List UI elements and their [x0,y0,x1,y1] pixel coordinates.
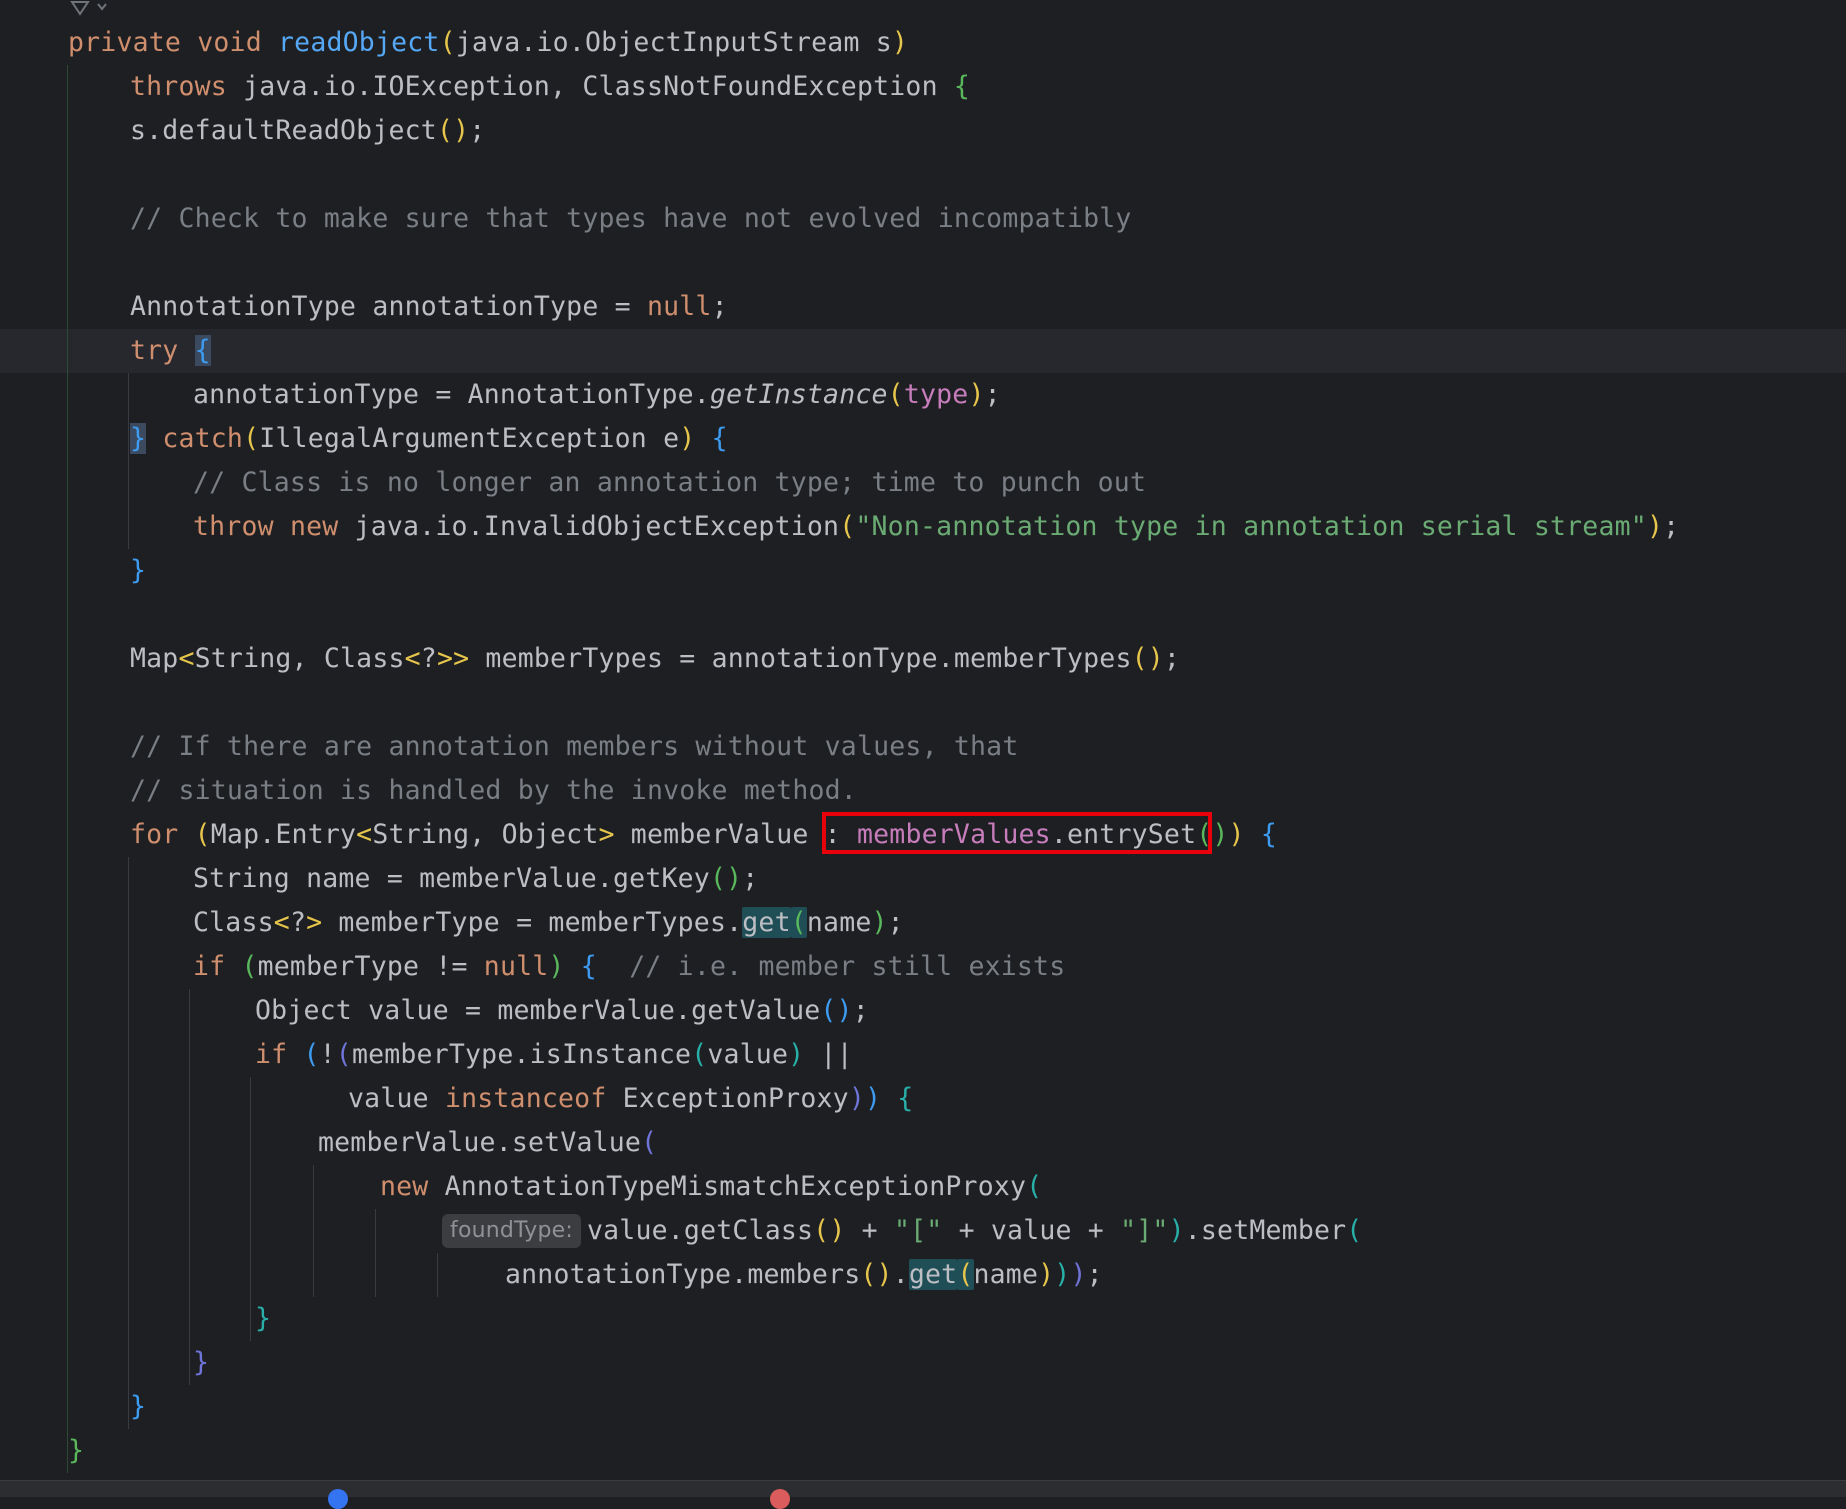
indent-guide [375,1209,376,1297]
bottom-toolbar-strip [0,1480,1846,1509]
code-text[interactable]: if (memberType != null) { // i.e. member… [193,945,1065,989]
indent-guide [189,989,190,1385]
code-line[interactable]: foundType: value.getClass() + "[" + value… [0,1209,1846,1253]
code-line[interactable]: try { [0,329,1846,373]
code-text[interactable]: try { [130,329,211,373]
code-line[interactable]: } [0,549,1846,593]
code-line[interactable]: AnnotationType annotationType = null; [0,285,1846,329]
code-line[interactable]: s.defaultReadObject(); [0,109,1846,153]
code-text[interactable]: } catch(IllegalArgumentException e) { [130,417,728,461]
indent-guide [437,1253,438,1297]
code-text[interactable]: private void readObject(java.io.ObjectIn… [68,21,908,65]
code-line[interactable]: Map<String, Class<?>> memberTypes = anno… [0,637,1846,681]
code-line[interactable]: } [0,1385,1846,1429]
code-line[interactable]: } [0,1297,1846,1341]
code-text[interactable]: // situation is handled by the invoke me… [130,769,857,813]
code-line[interactable]: } [0,1429,1846,1473]
code-text[interactable]: Map<String, Class<?>> memberTypes = anno… [130,637,1180,681]
code-text[interactable]: } [68,1429,84,1473]
error-indicator-icon [770,1489,790,1509]
code-line[interactable]: Object value = memberValue.getValue(); [0,989,1846,1033]
code-text[interactable]: memberValue.setValue( [318,1121,657,1165]
code-text[interactable]: throw new java.io.InvalidObjectException… [193,505,1679,549]
code-text[interactable]: } [255,1297,271,1341]
code-line[interactable]: throws java.io.IOException, ClassNotFoun… [0,65,1846,109]
code-text[interactable]: } [193,1341,209,1385]
code-line[interactable]: } [0,1341,1846,1385]
indent-guide [128,373,129,549]
code-line[interactable]: if (memberType != null) { // i.e. member… [0,945,1846,989]
info-indicator-icon [328,1489,348,1509]
indent-guide [313,1165,314,1297]
code-text[interactable]: value instanceof ExceptionProxy)) { [348,1077,913,1121]
code-editor[interactable]: private void readObject(java.io.ObjectIn… [0,0,1846,1480]
code-line[interactable]: // situation is handled by the invoke me… [0,769,1846,813]
code-text[interactable]: // If there are annotation members witho… [130,725,1019,769]
code-line[interactable]: new AnnotationTypeMismatchExceptionProxy… [0,1165,1846,1209]
code-line[interactable]: annotationType.members().get(name))); [0,1253,1846,1297]
indent-guide [67,65,68,1473]
indent-guide [250,1077,251,1341]
code-text[interactable]: } [130,1385,146,1429]
inlay-parameter-hint: foundType: [442,1214,581,1248]
code-line[interactable]: memberValue.setValue( [0,1121,1846,1165]
code-line[interactable]: String name = memberValue.getKey(); [0,857,1846,901]
code-line[interactable]: value instanceof ExceptionProxy)) { [0,1077,1846,1121]
code-text[interactable]: // Check to make sure that types have no… [130,197,1132,241]
code-line[interactable]: } catch(IllegalArgumentException e) { [0,417,1846,461]
code-line[interactable]: throw new java.io.InvalidObjectException… [0,505,1846,549]
code-text[interactable]: Object value = memberValue.getValue(); [255,989,869,1033]
code-text[interactable]: annotationType.members().get(name))); [505,1253,1103,1297]
code-text[interactable]: String name = memberValue.getKey(); [193,857,758,901]
code-line[interactable]: if (!(memberType.isInstance(value) || [0,1033,1846,1077]
code-line[interactable]: private void readObject(java.io.ObjectIn… [0,21,1846,65]
code-text[interactable]: // Class is no longer an annotation type… [193,461,1146,505]
code-text[interactable]: if (!(memberType.isInstance(value) || [255,1033,853,1077]
code-line[interactable]: // Check to make sure that types have no… [0,197,1846,241]
code-line[interactable]: Class<?> memberType = memberTypes.get(na… [0,901,1846,945]
code-text[interactable]: } [130,549,146,593]
code-text[interactable]: annotationType = AnnotationType.getInsta… [193,373,1001,417]
code-line[interactable]: // Class is no longer an annotation type… [0,461,1846,505]
code-line[interactable] [0,681,1846,725]
code-line[interactable] [0,241,1846,285]
code-line[interactable] [0,153,1846,197]
code-line[interactable]: // If there are annotation members witho… [0,725,1846,769]
code-text[interactable]: Class<?> memberType = memberTypes.get(na… [193,901,904,945]
code-text[interactable]: foundType: value.getClass() + "[" + value… [442,1209,1362,1253]
ai-assistant-icon[interactable] [70,0,110,16]
code-text[interactable]: AnnotationType annotationType = null; [130,285,728,329]
code-text[interactable]: s.defaultReadObject(); [130,109,485,153]
indent-guide [128,857,129,1429]
highlight-box [822,812,1212,854]
code-line[interactable] [0,593,1846,637]
code-text[interactable]: new AnnotationTypeMismatchExceptionProxy… [380,1165,1042,1209]
code-text[interactable]: throws java.io.IOException, ClassNotFoun… [130,65,970,109]
code-line[interactable]: annotationType = AnnotationType.getInsta… [0,373,1846,417]
